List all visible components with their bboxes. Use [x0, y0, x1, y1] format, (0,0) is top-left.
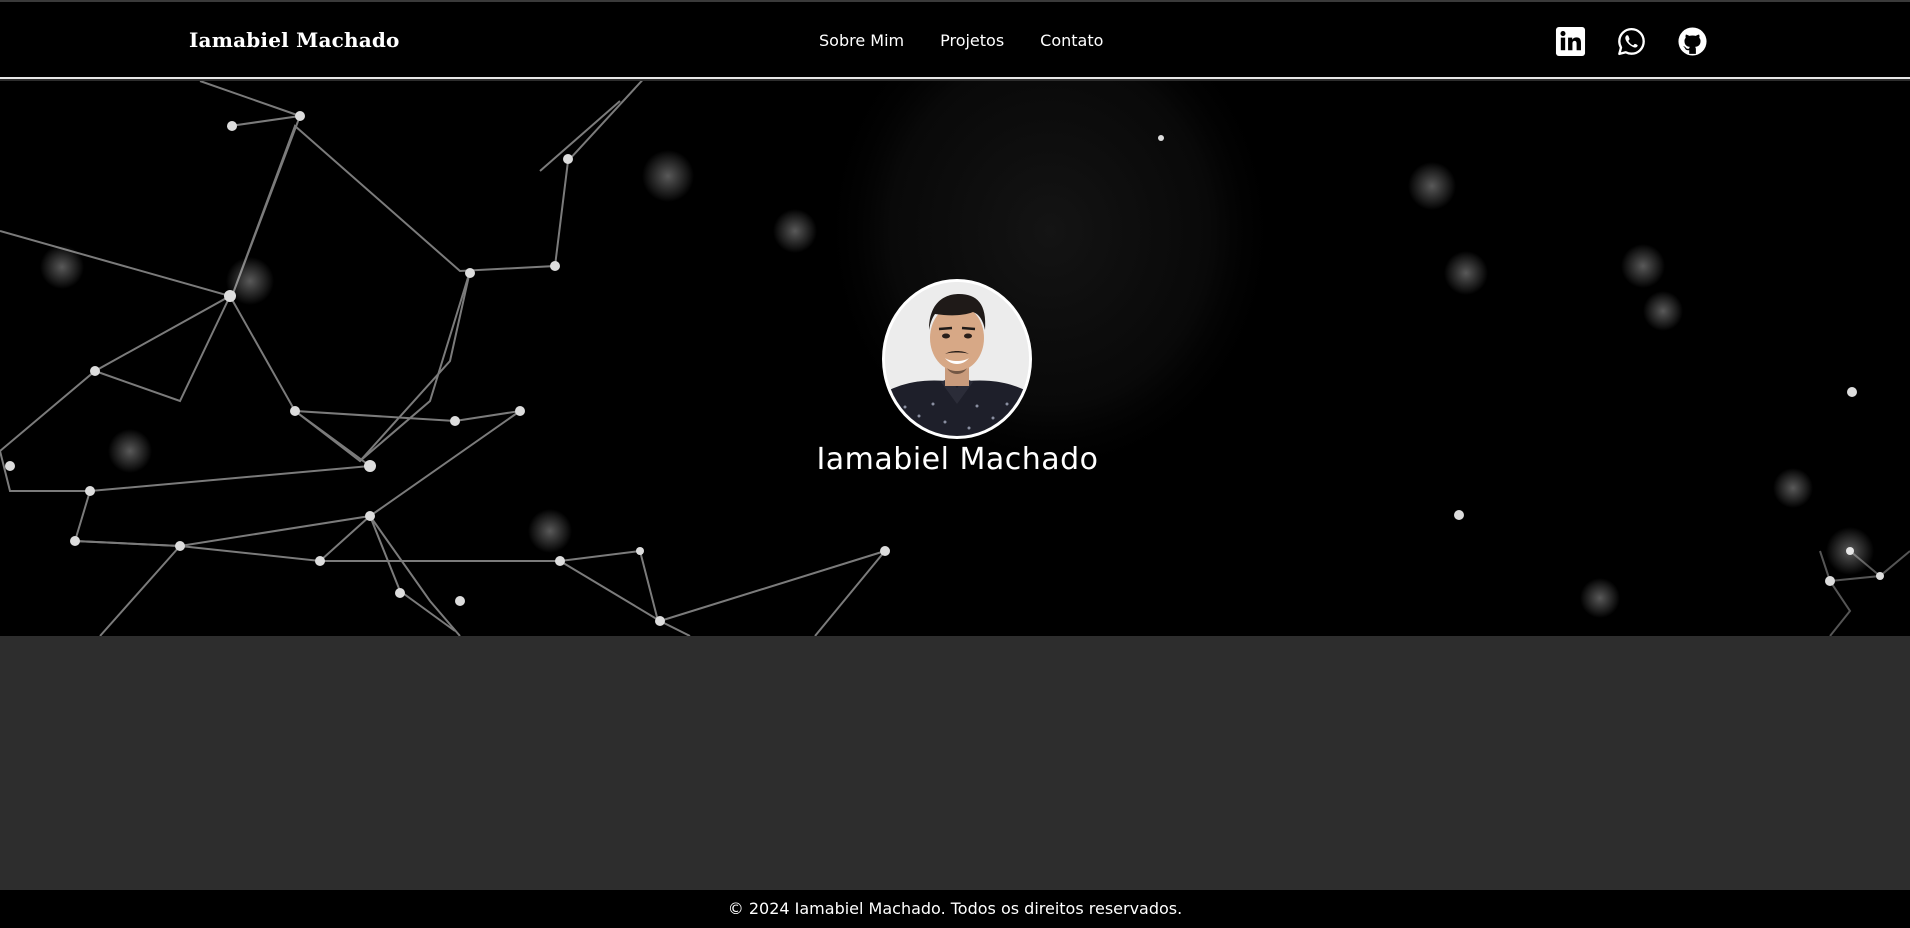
whatsapp-icon — [1618, 27, 1645, 56]
nav-link-sobre-mim[interactable]: Sobre Mim — [819, 31, 904, 50]
nav-link-projetos[interactable]: Projetos — [940, 31, 1004, 50]
profile-photo — [885, 282, 1029, 436]
hero-section: Iamabiel Machado — [0, 81, 1910, 636]
linkedin-link[interactable] — [1555, 26, 1586, 57]
github-link[interactable] — [1677, 26, 1708, 57]
main-content — [0, 636, 1910, 890]
profile-avatar — [882, 279, 1032, 439]
whatsapp-link[interactable] — [1616, 26, 1647, 57]
linkedin-icon — [1555, 26, 1586, 57]
copyright-text: © 2024 Iamabiel Machado. Todos os direit… — [727, 899, 1183, 918]
hero-name: Iamabiel Machado — [816, 442, 1099, 477]
github-icon — [1678, 27, 1707, 56]
site-header: Iamabiel Machado Sobre Mim Projetos Cont… — [0, 2, 1910, 79]
social-links — [1555, 26, 1708, 57]
main-nav: Sobre Mim Projetos Contato — [819, 31, 1103, 50]
brand-link[interactable]: Iamabiel Machado — [189, 28, 400, 52]
site-footer: © 2024 Iamabiel Machado. Todos os direit… — [0, 890, 1910, 928]
nav-link-contato[interactable]: Contato — [1040, 31, 1103, 50]
